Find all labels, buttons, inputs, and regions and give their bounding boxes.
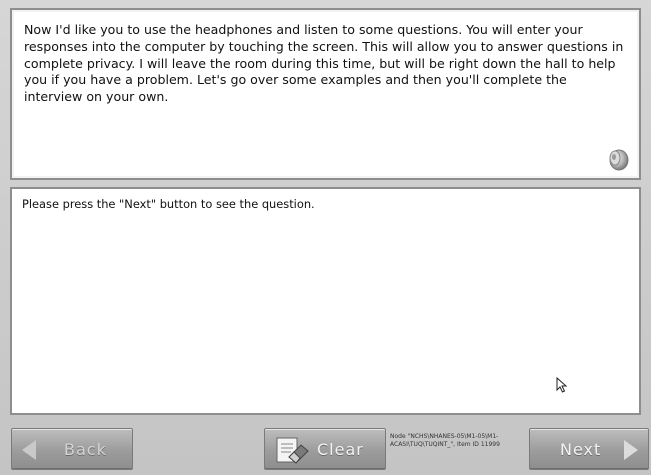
speaker-icon[interactable] bbox=[603, 146, 631, 172]
question-panel: Please press the "Next" button to see th… bbox=[10, 187, 641, 415]
eraser-icon bbox=[276, 437, 309, 464]
next-button[interactable]: Next bbox=[529, 428, 649, 470]
arrow-right-icon bbox=[624, 440, 638, 460]
question-text: Please press the "Next" button to see th… bbox=[22, 197, 315, 211]
back-button[interactable]: Back bbox=[11, 428, 133, 470]
survey-window: Now I'd like you to use the headphones a… bbox=[0, 0, 651, 475]
clear-button[interactable]: Clear bbox=[264, 428, 386, 470]
node-info-line2: ACASI\TUQ\TUQINT_", Item ID 11999 bbox=[390, 441, 500, 448]
next-button-label: Next bbox=[560, 440, 602, 459]
back-button-label: Back bbox=[64, 440, 107, 459]
node-info-line1: Node "NCHS\NHANES-05\M1-05\M1- bbox=[390, 433, 499, 440]
node-info: Node "NCHS\NHANES-05\M1-05\M1- ACASI\TUQ… bbox=[390, 433, 525, 449]
clear-button-label: Clear bbox=[317, 440, 364, 459]
prompt-panel: Now I'd like you to use the headphones a… bbox=[10, 8, 641, 180]
prompt-text: Now I'd like you to use the headphones a… bbox=[24, 22, 624, 105]
mouse-pointer-icon bbox=[556, 377, 568, 393]
arrow-left-icon bbox=[22, 440, 36, 460]
